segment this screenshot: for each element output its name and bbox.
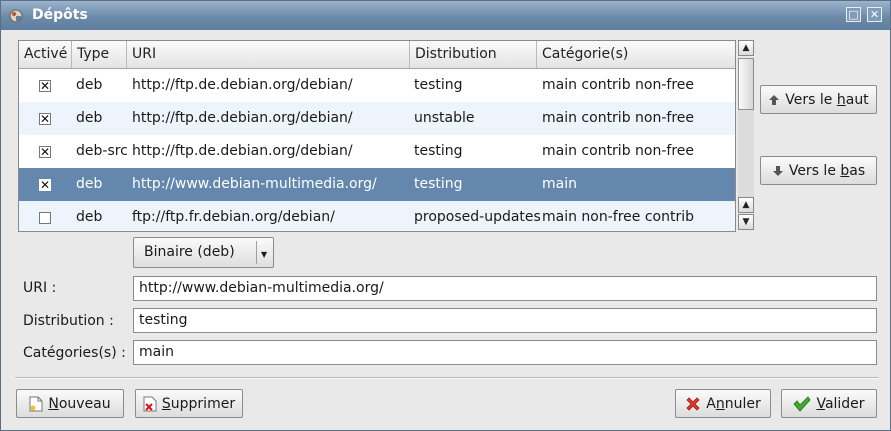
new-button-label: Nouveau xyxy=(48,395,111,412)
categories-cell: main xyxy=(542,176,577,192)
repositories-dialog: Dépôts □ ✕ Activé Type URI Distribution … xyxy=(0,0,891,431)
scroll-up-icon[interactable]: ▲ xyxy=(738,40,754,56)
move-up-label: Vers le haut xyxy=(785,91,869,108)
categories-cell: main contrib non-free xyxy=(542,110,695,126)
type-select-value: Binaire (deb) xyxy=(144,244,235,260)
scrollbar-track[interactable] xyxy=(738,58,754,212)
distribution-cell: testing xyxy=(414,176,463,192)
combo-separator xyxy=(256,241,257,264)
column-header-distribution[interactable]: Distribution xyxy=(410,41,537,68)
delete-button[interactable]: Supprimer xyxy=(135,389,243,418)
table-scrollbar[interactable]: ▲ ▲ ▼ xyxy=(738,40,754,230)
type-cell: deb xyxy=(76,209,103,225)
column-header-type[interactable]: Type xyxy=(72,41,127,68)
uri-label: URI : xyxy=(23,280,57,296)
titlebar: Dépôts □ ✕ xyxy=(1,1,890,30)
new-button[interactable]: Nouveau xyxy=(16,389,124,418)
type-cell: deb xyxy=(76,77,103,93)
app-icon xyxy=(9,9,23,23)
column-header-categories[interactable]: Catégorie(s) xyxy=(537,41,735,68)
uri-cell: http://ftp.de.debian.org/debian/ xyxy=(132,77,353,93)
distribution-cell: unstable xyxy=(414,110,475,126)
scrollbar-thumb[interactable] xyxy=(738,58,754,110)
enabled-checkbox[interactable]: ✕ xyxy=(39,179,51,191)
ok-button-label: Valider xyxy=(816,395,865,412)
distribution-label: Distribution : xyxy=(23,313,114,329)
table-row-selected[interactable]: ✕ deb http://www.debian-multimedia.org/ … xyxy=(19,168,735,201)
ok-button[interactable]: Valider xyxy=(781,389,877,418)
cancel-button[interactable]: Annuler xyxy=(675,389,771,418)
categories-cell: main non-free contrib xyxy=(542,209,695,225)
cancel-button-label: Annuler xyxy=(706,395,761,412)
uri-cell: http://ftp.de.debian.org/debian/ xyxy=(132,143,353,159)
type-select[interactable]: Binaire (deb) ▼ xyxy=(133,237,274,268)
categories-field[interactable]: main xyxy=(133,340,877,365)
categories-cell: main contrib non-free xyxy=(542,77,695,93)
separator xyxy=(15,377,878,379)
delete-document-icon xyxy=(143,396,157,411)
distribution-field[interactable]: testing xyxy=(133,308,877,333)
scroll-down-icon[interactable]: ▼ xyxy=(738,214,754,230)
categories-cell: main contrib non-free xyxy=(542,143,695,159)
window-title: Dépôts xyxy=(32,7,88,23)
move-down-label: Vers le bas xyxy=(788,162,866,179)
arrow-down-icon xyxy=(772,165,783,176)
move-up-button[interactable]: Vers le haut xyxy=(760,85,877,114)
uri-cell: ftp://ftp.fr.debian.org/debian/ xyxy=(132,209,335,225)
distribution-cell: testing xyxy=(414,77,463,93)
scroll-up-icon-lower[interactable]: ▲ xyxy=(738,197,754,213)
table-header: Activé Type URI Distribution Catégorie(s… xyxy=(19,41,735,69)
delete-button-label: Supprimer xyxy=(161,395,236,412)
column-header-uri[interactable]: URI xyxy=(127,41,410,68)
distribution-cell: testing xyxy=(414,143,463,159)
table-row[interactable]: ✕ deb http://ftp.de.debian.org/debian/ u… xyxy=(19,102,735,135)
enabled-checkbox[interactable]: ✕ xyxy=(39,80,51,92)
arrow-up-icon xyxy=(769,94,780,105)
table-row[interactable]: ✕ deb-src http://ftp.de.debian.org/debia… xyxy=(19,135,735,168)
column-header-enabled[interactable]: Activé xyxy=(19,41,72,68)
enabled-checkbox[interactable]: ✕ xyxy=(39,146,51,158)
uri-cell: http://ftp.de.debian.org/debian/ xyxy=(132,110,353,126)
categories-label: Catégories(s) : xyxy=(23,345,126,361)
enabled-checkbox[interactable]: ✕ xyxy=(39,113,51,125)
enabled-checkbox[interactable] xyxy=(39,212,51,224)
checkmark-icon xyxy=(793,395,811,412)
move-down-button[interactable]: Vers le bas xyxy=(760,156,877,185)
uri-cell: http://www.debian-multimedia.org/ xyxy=(132,176,377,192)
uri-field[interactable]: http://www.debian-multimedia.org/ xyxy=(133,276,877,301)
maximize-button[interactable]: □ xyxy=(846,7,861,22)
chevron-down-icon: ▼ xyxy=(261,250,268,259)
close-button[interactable]: ✕ xyxy=(867,7,882,22)
cancel-icon xyxy=(686,396,700,411)
distribution-cell: proposed-updates xyxy=(414,209,541,225)
type-cell: deb xyxy=(76,176,103,192)
type-cell: deb-src xyxy=(76,143,128,159)
new-document-icon xyxy=(29,396,43,411)
table-row[interactable]: ✕ deb http://ftp.de.debian.org/debian/ t… xyxy=(19,69,735,102)
table-row[interactable]: deb ftp://ftp.fr.debian.org/debian/ prop… xyxy=(19,201,735,231)
type-cell: deb xyxy=(76,110,103,126)
repositories-table[interactable]: Activé Type URI Distribution Catégorie(s… xyxy=(18,40,736,232)
